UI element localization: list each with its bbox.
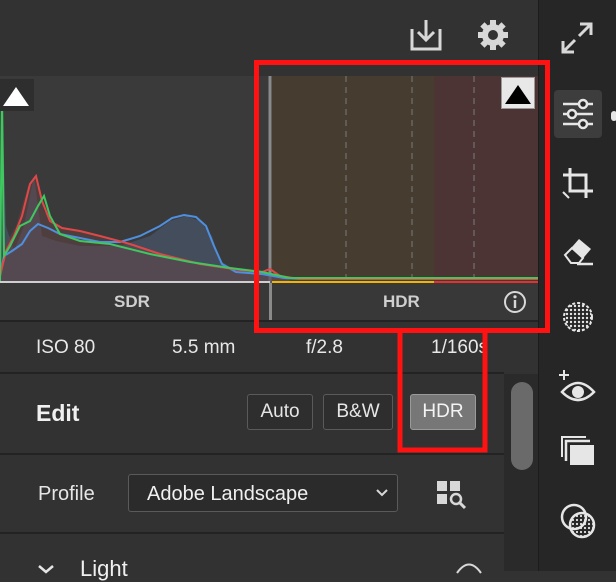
bw-button[interactable]: B&W	[323, 394, 393, 430]
eraser-icon[interactable]	[561, 233, 595, 267]
light-label: Light	[80, 556, 128, 581]
export-icon[interactable]	[408, 17, 444, 53]
profile-label: Profile	[38, 483, 95, 505]
profile-row: Profile Adobe Landscape	[0, 456, 504, 532]
shutter-speed-value: 1/160s	[431, 337, 489, 358]
divider	[0, 453, 504, 455]
presets-icon[interactable]	[559, 502, 597, 540]
aperture-value: f/2.8	[306, 337, 343, 358]
focal-length-value: 5.5 mm	[172, 337, 236, 358]
sdr-label: SDR	[114, 292, 150, 311]
crop-icon[interactable]	[561, 166, 595, 200]
scrollbar-thumb[interactable]	[511, 382, 533, 470]
chevron-down-icon	[375, 488, 389, 498]
profile-select[interactable]: Adobe Landscape	[128, 474, 398, 512]
edit-title: Edit	[36, 400, 80, 426]
light-section-header[interactable]: Light	[0, 534, 504, 581]
shadow-clipping-icon[interactable]	[0, 79, 34, 111]
snapshots-icon[interactable]	[561, 435, 597, 469]
masking-icon[interactable]	[561, 300, 595, 334]
sliders-icon[interactable]	[561, 97, 595, 131]
profile-browser-icon[interactable]	[436, 480, 468, 510]
red-eye-icon[interactable]	[557, 368, 597, 404]
iso-value: ISO 80	[36, 337, 96, 358]
profile-value: Adobe Landscape	[147, 483, 309, 505]
annotation-box-hdr-histogram	[254, 60, 550, 333]
hdr-button[interactable]: HDR	[410, 394, 476, 430]
expand-icon[interactable]	[559, 20, 595, 56]
visibility-icon[interactable]	[456, 562, 482, 574]
active-indicator-dot	[611, 111, 616, 121]
gear-icon[interactable]	[476, 18, 510, 52]
edit-header: Edit Auto B&W HDR	[0, 374, 504, 454]
chevron-down-icon	[36, 564, 56, 574]
auto-button[interactable]: Auto	[247, 394, 313, 430]
